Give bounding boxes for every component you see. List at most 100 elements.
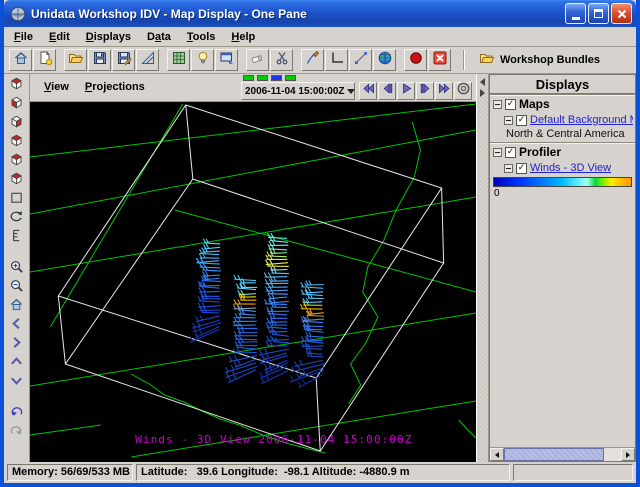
collapse-toggle[interactable] (493, 100, 502, 109)
visibility-checkbox[interactable]: ✓ (505, 147, 516, 158)
wind-barb (273, 342, 288, 343)
home-view-button[interactable] (7, 297, 27, 316)
legend-group-label: Profiler (519, 145, 561, 159)
menu-help[interactable]: Help (223, 29, 263, 45)
save-button[interactable] (88, 49, 111, 71)
save-as-button[interactable] (112, 49, 135, 71)
redo-button[interactable] (7, 423, 27, 442)
collapse-toggle[interactable] (493, 148, 502, 157)
zoom-out-icon (9, 278, 24, 298)
cube-right-button[interactable] (7, 114, 27, 133)
menu-bar: FileEditDisplaysDataToolsHelp (4, 27, 636, 47)
scroll-left-button[interactable] (490, 448, 504, 461)
window-button[interactable] (215, 49, 238, 71)
menu-edit[interactable]: Edit (41, 29, 78, 45)
animation-properties-button[interactable] (454, 82, 472, 100)
box-outline-button[interactable] (7, 190, 27, 209)
legend-horizontal-scrollbar[interactable] (490, 447, 635, 461)
zoom-in-icon (9, 259, 24, 279)
pan-up-button[interactable] (7, 354, 27, 373)
play-button[interactable] (397, 82, 415, 100)
globe-icon (377, 50, 393, 71)
idv-logo-icon (10, 6, 26, 22)
plot-axes-button[interactable] (325, 49, 348, 71)
display-link[interactable]: Default Background Ma... (530, 114, 633, 126)
toolbar-group (301, 49, 397, 71)
visibility-checkbox[interactable]: ✓ (505, 99, 516, 110)
menu-projections[interactable]: Projections (77, 79, 153, 95)
main-toolbar: Workshop Bundles (4, 47, 636, 74)
display-button[interactable] (191, 49, 214, 71)
close-button[interactable] (611, 3, 632, 24)
cube-top-button[interactable] (7, 76, 27, 95)
collapse-toggle[interactable] (504, 164, 513, 173)
go-start-button[interactable] (359, 82, 377, 100)
rotate-view-button[interactable] (7, 209, 27, 228)
cancel-button[interactable] (428, 49, 451, 71)
titlebar[interactable]: Unidata Workshop IDV - Map Display - One… (4, 0, 636, 27)
time-value: 2006-11-04 15:00:00Z (245, 86, 345, 97)
save-as-icon (116, 50, 132, 71)
panel-splitter[interactable] (476, 74, 489, 462)
eraser-icon (250, 50, 266, 71)
collapse-right-icon[interactable] (480, 89, 485, 97)
step-forward-button[interactable] (416, 82, 434, 100)
cut-button[interactable] (270, 49, 293, 71)
cube-front-button[interactable] (7, 133, 27, 152)
pan-down-button[interactable] (7, 373, 27, 392)
scrollbar-track[interactable] (604, 448, 621, 461)
scroll-right-button[interactable] (621, 448, 635, 461)
eraser-button[interactable] (246, 49, 269, 71)
go-end-button[interactable] (435, 82, 453, 100)
step-back-button[interactable] (378, 82, 396, 100)
workshop-bundles-button[interactable]: Workshop Bundles (473, 48, 606, 73)
collapse-toggle[interactable] (504, 116, 513, 125)
menu-tools[interactable]: Tools (179, 29, 224, 45)
zoom-in-button[interactable] (7, 259, 27, 278)
display-link[interactable]: Winds - 3D View (530, 162, 611, 174)
pen-button[interactable] (301, 49, 324, 71)
record-button[interactable] (404, 49, 427, 71)
close-icon (616, 8, 628, 20)
open-folder-icon (479, 50, 495, 71)
wind-barb (267, 346, 287, 347)
map-view-3d[interactable]: Winds - 3D View 2006-11-04 15:00:00Z (30, 102, 476, 462)
visibility-checkbox[interactable]: ✓ (516, 115, 527, 126)
visibility-checkbox[interactable]: ✓ (516, 163, 527, 174)
wind-barb (267, 322, 287, 323)
pan-up-icon (9, 354, 24, 374)
scrollbar-thumb[interactable] (504, 448, 604, 461)
data-selector-icon (171, 50, 187, 71)
legend-group-label: Maps (519, 97, 550, 111)
cube-left-button[interactable] (7, 95, 27, 114)
time-combobox[interactable]: 2006-11-04 15:00:00Z (241, 82, 355, 100)
redo-icon (9, 423, 24, 443)
maximize-button[interactable] (588, 3, 609, 24)
box-outline-icon (9, 190, 24, 210)
zoom-out-button[interactable] (7, 278, 27, 297)
toolbar-group (64, 49, 160, 71)
new-document-icon (37, 50, 53, 71)
open-folder-button[interactable] (64, 49, 87, 71)
cube-back-button[interactable] (7, 152, 27, 171)
pan-left-button[interactable] (7, 316, 27, 335)
menu-file[interactable]: File (6, 29, 41, 45)
undo-button[interactable] (7, 404, 27, 423)
colorbar[interactable] (493, 177, 632, 187)
cube-bottom-button[interactable] (7, 171, 27, 190)
menu-view[interactable]: View (36, 79, 77, 95)
drawing-tool-button[interactable] (136, 49, 159, 71)
new-document-button[interactable] (33, 49, 56, 71)
view-menu-bar: ViewProjections 2006-11-04 15:00:00Z (30, 74, 476, 102)
data-selector-button[interactable] (167, 49, 190, 71)
ruler-button[interactable] (7, 228, 27, 247)
pan-right-button[interactable] (7, 335, 27, 354)
collapse-left-icon[interactable] (480, 78, 485, 86)
draw-line-button[interactable] (349, 49, 372, 71)
globe-button[interactable] (373, 49, 396, 71)
home-button[interactable] (9, 49, 32, 71)
menu-data[interactable]: Data (139, 29, 179, 45)
minimize-button[interactable] (565, 3, 586, 24)
toolbar-group (404, 49, 452, 71)
menu-displays[interactable]: Displays (78, 29, 139, 45)
